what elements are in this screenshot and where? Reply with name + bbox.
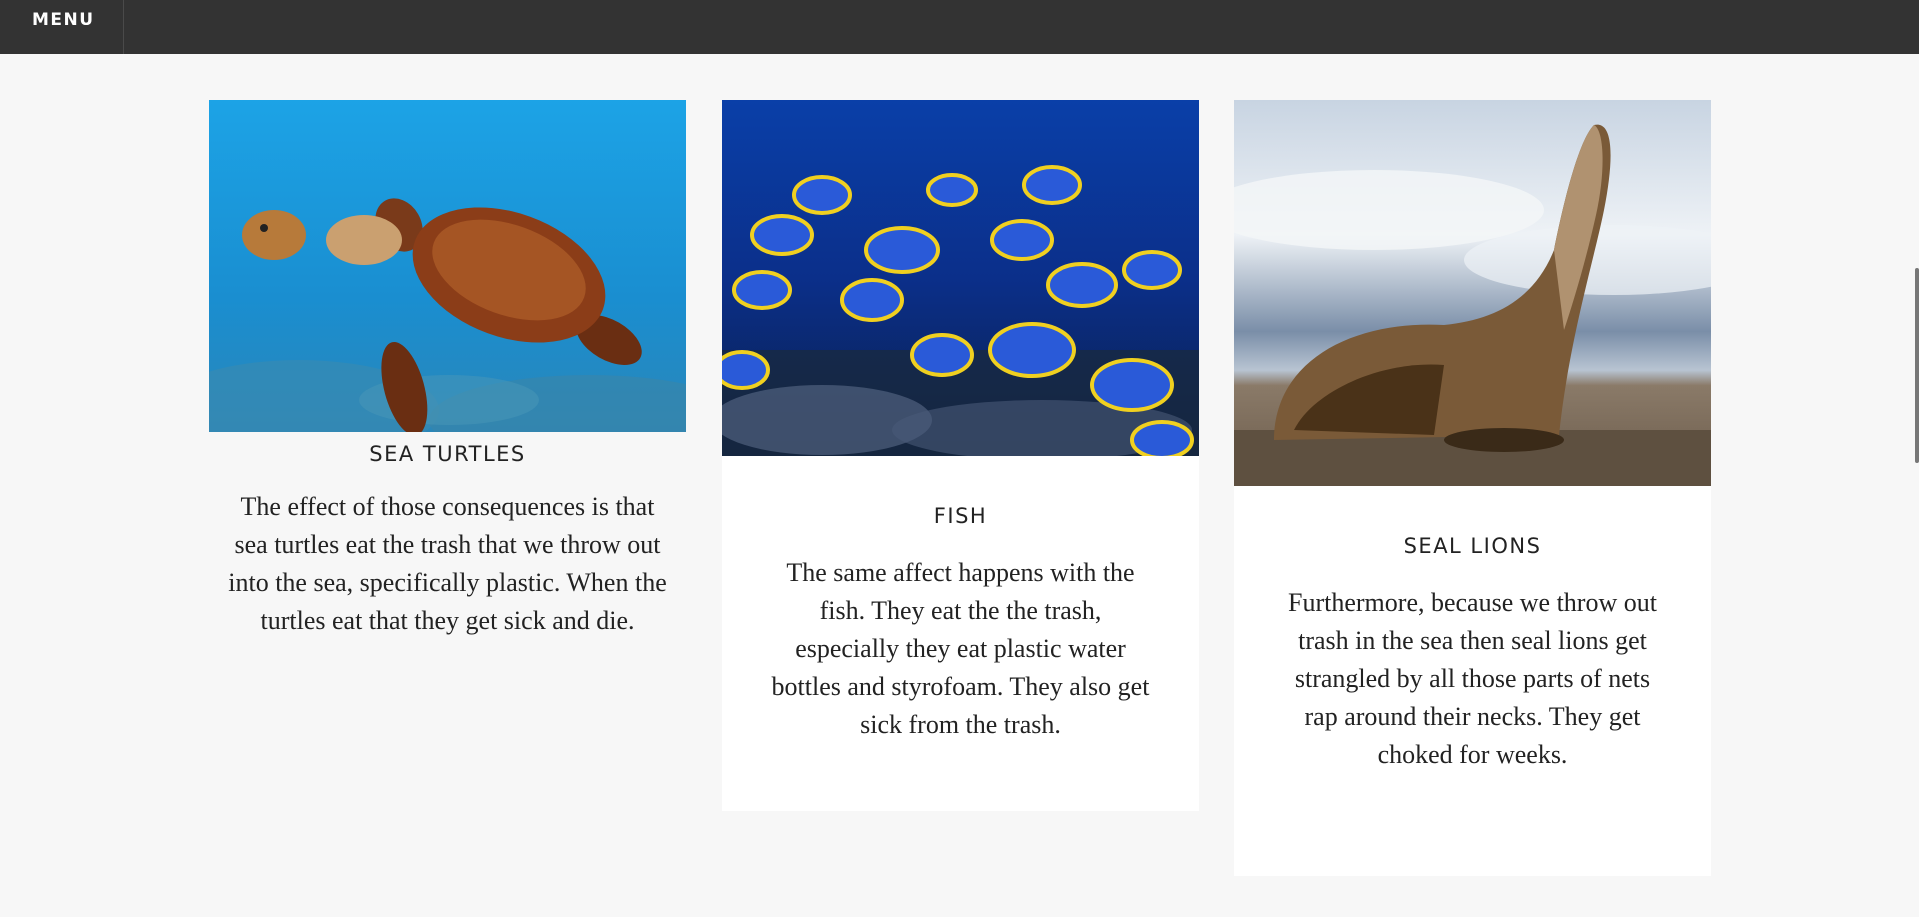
card-body-text: The effect of those consequences is that… (228, 492, 667, 635)
card-title: SEAL LIONS (1403, 534, 1542, 558)
page-scrollbar[interactable] (1915, 268, 1919, 463)
card-title: FISH (933, 504, 988, 528)
top-navigation-bar: MENU (0, 0, 1919, 54)
sea-turtle-photo (209, 100, 686, 432)
card-body-text: Furthermore, because we throw out trash … (1288, 588, 1657, 769)
sea-lion-photo (1234, 100, 1711, 486)
card-seal-lions: SEAL LIONS Furthermore, because we throw… (1234, 100, 1711, 876)
card-sea-turtles: SEA TURTLES The effect of those conseque… (209, 100, 686, 720)
fish-school-photo (722, 100, 1199, 456)
card-fish: FISH The same affect happens with the fi… (722, 100, 1199, 811)
card-body-text: The same affect happens with the fish. T… (771, 558, 1150, 739)
card-title: SEA TURTLES (369, 442, 526, 466)
menu-button[interactable]: MENU (0, 0, 124, 54)
